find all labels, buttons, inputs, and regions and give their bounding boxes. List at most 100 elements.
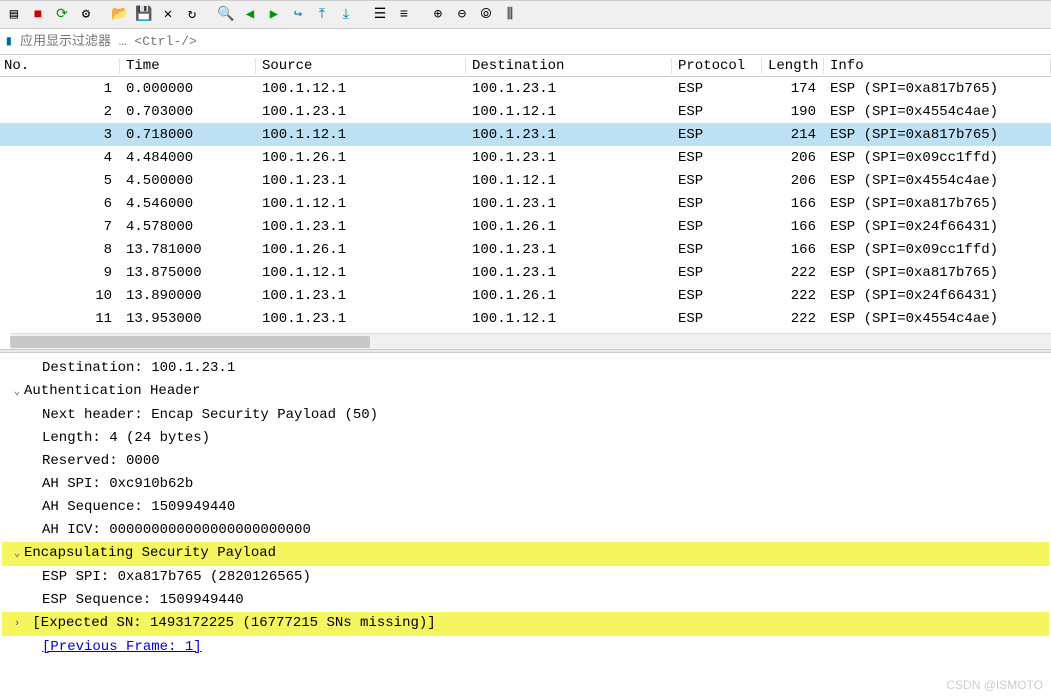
packet-row[interactable]: 1113.953000100.1.23.1100.1.12.1ESP222ESP… [0,307,1051,330]
cell-time: 0.703000 [120,104,256,120]
open-icon[interactable]: 📂 [110,5,130,25]
cell-destination: 100.1.12.1 [466,173,672,189]
detail-esp-expected[interactable]: › [Expected SN: 1493172225 (16777215 SNs… [2,612,1049,636]
detail-ah-next[interactable]: Next header: Encap Security Payload (50) [2,404,1049,427]
scrollbar-thumb[interactable] [10,336,370,348]
find-icon[interactable]: 🔍 [216,5,236,25]
cell-source: 100.1.12.1 [256,127,466,143]
autoscroll-icon[interactable]: ☰ [370,5,390,25]
detail-ah-spi[interactable]: AH SPI: 0xc910b62b [2,473,1049,496]
detail-destination[interactable]: Destination: 100.1.23.1 [2,357,1049,380]
jump-icon[interactable]: ↪ [288,5,308,25]
bookmark-icon[interactable]: ▮ [2,33,16,50]
cell-protocol: ESP [672,196,762,212]
cell-time: 0.718000 [120,127,256,143]
cell-time: 4.578000 [120,219,256,235]
zoom-in-icon[interactable]: ⊕ [428,5,448,25]
reload-icon[interactable]: ↻ [182,5,202,25]
watermark: CSDN @ISMOTO [946,678,1043,692]
cell-length: 206 [762,150,824,166]
col-header-length[interactable]: Length [762,58,824,74]
packet-row[interactable]: 1013.890000100.1.23.1100.1.26.1ESP222ESP… [0,284,1051,307]
restart-icon[interactable]: ⟳ [52,5,72,25]
cell-destination: 100.1.23.1 [466,196,672,212]
packet-details: Destination: 100.1.23.1 ⌄Authentication … [0,353,1051,673]
detail-ah-icv[interactable]: AH ICV: 000000000000000000000000 [2,519,1049,542]
cell-info: ESP (SPI=0xa817b765) [824,81,1051,97]
detail-esp-header[interactable]: ⌄Encapsulating Security Payload [2,542,1049,566]
cell-no: 3 [0,127,120,143]
col-header-protocol[interactable]: Protocol [672,58,762,74]
packet-list: No. Time Source Destination Protocol Len… [0,55,1051,349]
display-filter-input[interactable] [16,31,1049,53]
cell-source: 100.1.23.1 [256,219,466,235]
col-header-destination[interactable]: Destination [466,58,672,74]
cell-info: ESP (SPI=0x4554c4ae) [824,104,1051,120]
cell-destination: 100.1.26.1 [466,219,672,235]
packet-row[interactable]: 44.484000100.1.26.1100.1.23.1ESP206ESP (… [0,146,1051,169]
cell-source: 100.1.23.1 [256,311,466,327]
detail-ah-reserved[interactable]: Reserved: 0000 [2,450,1049,473]
packet-row[interactable]: 813.781000100.1.26.1100.1.23.1ESP166ESP … [0,238,1051,261]
list-icon[interactable]: ▤ [4,5,24,25]
cell-no: 6 [0,196,120,212]
cell-info: ESP (SPI=0xa817b765) [824,127,1051,143]
packet-row[interactable]: 64.546000100.1.12.1100.1.23.1ESP166ESP (… [0,192,1051,215]
chevron-right-icon[interactable]: › [10,613,24,636]
col-header-no[interactable]: No. [0,58,120,74]
cell-length: 222 [762,311,824,327]
close-icon[interactable]: ✕ [158,5,178,25]
detail-ah-header[interactable]: ⌄Authentication Header [2,380,1049,404]
packet-row[interactable]: 20.703000100.1.23.1100.1.12.1ESP190ESP (… [0,100,1051,123]
forward-icon[interactable]: ▶ [264,5,284,25]
detail-ah-header-label: Authentication Header [24,383,200,399]
cell-length: 166 [762,219,824,235]
cell-time: 13.781000 [120,242,256,258]
cell-protocol: ESP [672,81,762,97]
detail-ah-length[interactable]: Length: 4 (24 bytes) [2,427,1049,450]
col-header-source[interactable]: Source [256,58,466,74]
col-header-info[interactable]: Info [824,58,1051,74]
cell-source: 100.1.12.1 [256,81,466,97]
back-icon[interactable]: ◀ [240,5,260,25]
cell-protocol: ESP [672,104,762,120]
settings-icon[interactable]: ⚙ [76,5,96,25]
chevron-down-icon[interactable]: ⌄ [10,381,24,404]
zoom-reset-icon[interactable]: ⦾ [476,5,496,25]
detail-ah-sequence[interactable]: AH Sequence: 1509949440 [2,496,1049,519]
save-icon[interactable]: 💾 [134,5,154,25]
colorize-icon[interactable]: ≡ [394,5,414,25]
stop-icon[interactable]: ■ [28,5,48,25]
cell-source: 100.1.12.1 [256,196,466,212]
cell-protocol: ESP [672,219,762,235]
detail-previous-frame[interactable]: [Previous Frame: 1] [2,636,1049,659]
cell-protocol: ESP [672,173,762,189]
last-icon[interactable]: ⤓ [336,5,356,25]
resize-cols-icon[interactable]: ⫼ [500,5,520,25]
zoom-out-icon[interactable]: ⊖ [452,5,472,25]
packet-row[interactable]: 74.578000100.1.23.1100.1.26.1ESP166ESP (… [0,215,1051,238]
detail-esp-spi[interactable]: ESP SPI: 0xa817b765 (2820126565) [2,566,1049,589]
packet-row[interactable]: 30.718000100.1.12.1100.1.23.1ESP214ESP (… [0,123,1051,146]
packet-row[interactable]: 913.875000100.1.12.1100.1.23.1ESP222ESP … [0,261,1051,284]
cell-destination: 100.1.23.1 [466,81,672,97]
previous-frame-link[interactable]: [Previous Frame: 1] [42,639,202,655]
cell-info: ESP (SPI=0x09cc1ffd) [824,242,1051,258]
cell-source: 100.1.23.1 [256,173,466,189]
filter-bar: ▮ [0,29,1051,55]
cell-time: 4.546000 [120,196,256,212]
cell-info: ESP (SPI=0x4554c4ae) [824,311,1051,327]
packet-row[interactable]: 10.000000100.1.12.1100.1.23.1ESP174ESP (… [0,77,1051,100]
chevron-down-icon[interactable]: ⌄ [10,543,24,566]
cell-length: 174 [762,81,824,97]
cell-info: ESP (SPI=0x09cc1ffd) [824,150,1051,166]
detail-esp-sequence[interactable]: ESP Sequence: 1509949440 [2,589,1049,612]
cell-info: ESP (SPI=0x24f66431) [824,288,1051,304]
cell-length: 214 [762,127,824,143]
packet-row[interactable]: 54.500000100.1.23.1100.1.12.1ESP206ESP (… [0,169,1051,192]
detail-esp-header-label: Encapsulating Security Payload [24,545,276,561]
first-icon[interactable]: ⤒ [312,5,332,25]
cell-source: 100.1.23.1 [256,104,466,120]
col-header-time[interactable]: Time [120,58,256,74]
horizontal-scrollbar[interactable] [10,333,1051,349]
